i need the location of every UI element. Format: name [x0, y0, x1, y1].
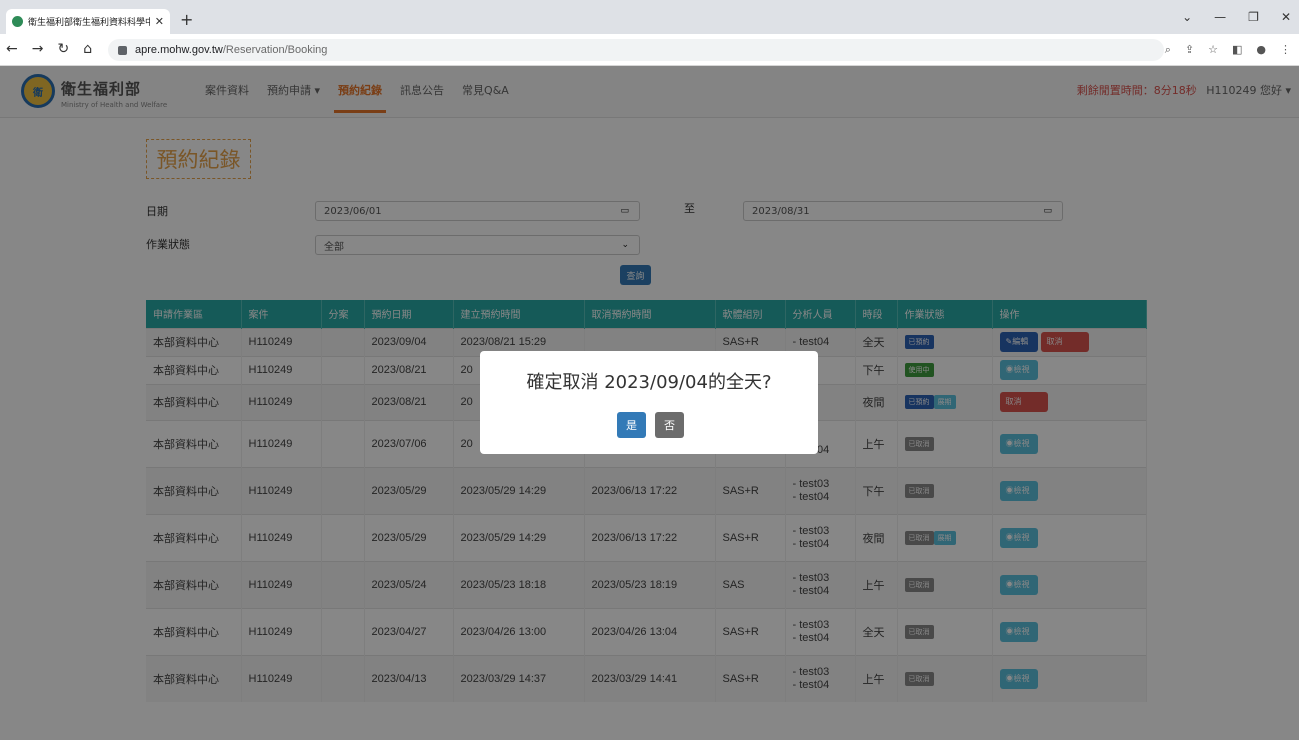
lock-icon	[118, 45, 127, 55]
close-tab-icon[interactable]: ✕	[155, 15, 164, 28]
sidepanel-icon[interactable]: ◧	[1232, 43, 1242, 57]
share-icon[interactable]: ⇪	[1185, 43, 1194, 57]
dialog-message: 確定取消 2023/09/04的全天?	[526, 372, 772, 393]
back-icon[interactable]: ←	[6, 41, 18, 57]
tab-search-icon[interactable]: ⌄	[1182, 10, 1192, 24]
url-field[interactable]: apre.mohw.gov.tw/Reservation/Booking	[108, 39, 1164, 61]
tab-title: 衛生福利部衛生福利資料科學中心	[28, 18, 150, 28]
restore-icon[interactable]: ❐	[1248, 10, 1259, 24]
favicon-icon	[12, 16, 23, 27]
bookmark-star-icon[interactable]: ☆	[1208, 43, 1218, 57]
zoom-icon[interactable]: ⌕	[1165, 43, 1171, 57]
new-tab-button[interactable]: +	[180, 10, 193, 29]
browser-tabstrip: 衛生福利部衛生福利資料科學中心 ✕ + ⌄ — ❐ ✕	[0, 0, 1299, 34]
confirm-cancel-dialog: 確定取消 2023/09/04的全天? 是 否	[480, 351, 818, 454]
home-icon[interactable]: ⌂	[83, 41, 92, 57]
url-host: apre.mohw.gov.tw	[135, 44, 223, 56]
window-controls: ⌄ — ❐ ✕	[1182, 10, 1291, 24]
close-window-icon[interactable]: ✕	[1281, 10, 1291, 24]
nav-buttons: ← → ↻ ⌂	[6, 41, 92, 57]
profile-icon[interactable]: ●	[1256, 43, 1266, 57]
toolbar-icons: ⌕ ⇪ ☆ ◧ ● ⋮	[1165, 43, 1291, 57]
minimize-icon[interactable]: —	[1214, 10, 1226, 24]
forward-icon[interactable]: →	[32, 41, 44, 57]
more-menu-icon[interactable]: ⋮	[1280, 43, 1291, 57]
address-bar: ← → ↻ ⌂ apre.mohw.gov.tw/Reservation/Boo…	[0, 34, 1299, 66]
browser-tab[interactable]: 衛生福利部衛生福利資料科學中心 ✕	[6, 9, 170, 34]
reload-icon[interactable]: ↻	[57, 41, 69, 57]
confirm-no-button[interactable]: 否	[655, 412, 684, 438]
confirm-yes-button[interactable]: 是	[617, 412, 646, 438]
url-path: /Reservation/Booking	[222, 44, 328, 56]
